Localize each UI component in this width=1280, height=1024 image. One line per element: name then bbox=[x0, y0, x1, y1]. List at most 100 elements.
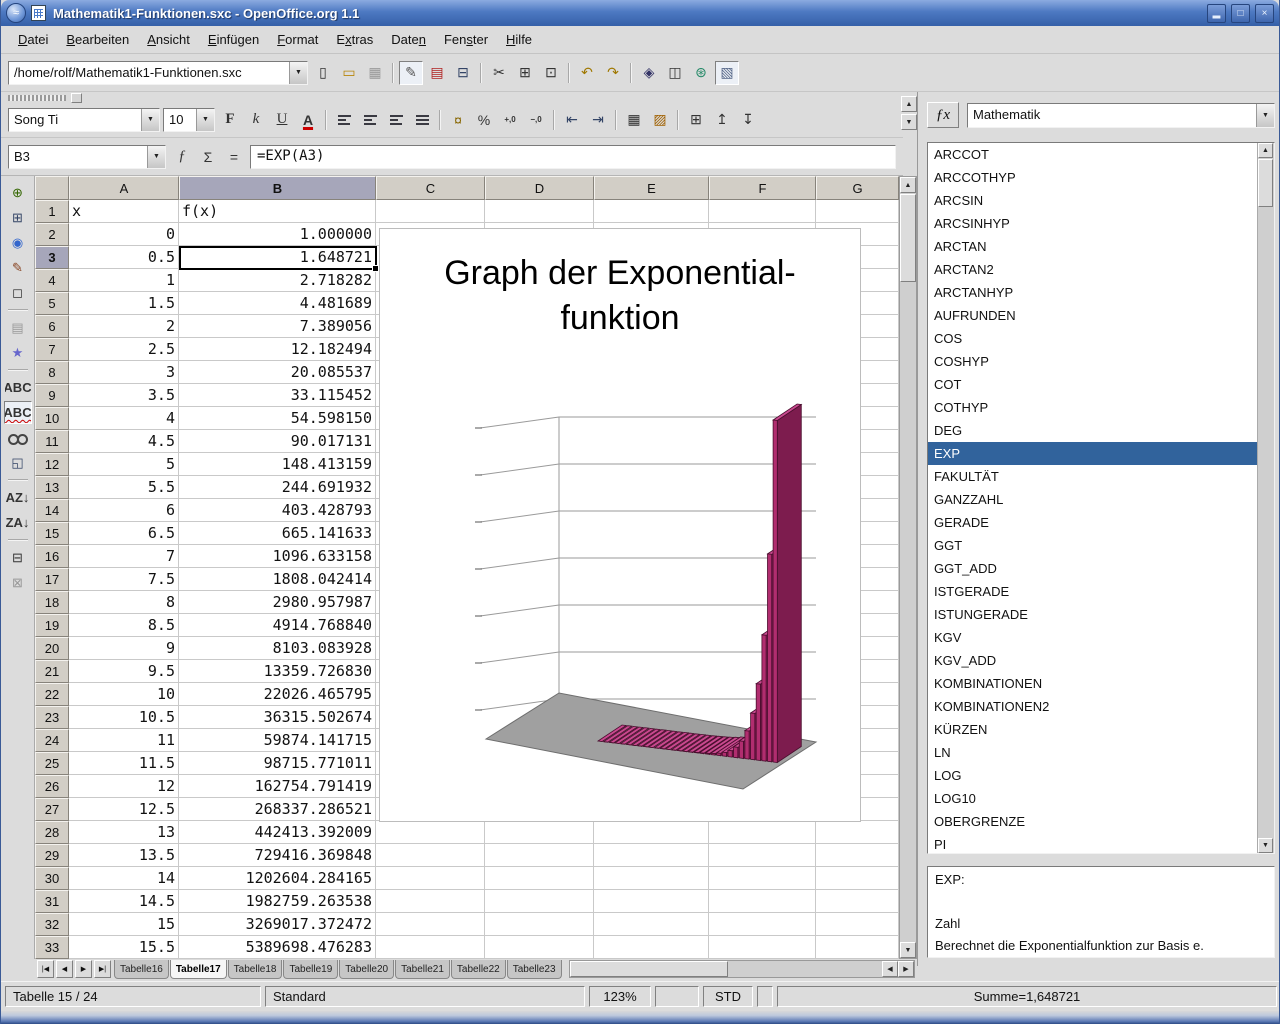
cell-A10[interactable]: 4 bbox=[69, 407, 179, 430]
row-header-30[interactable]: 30 bbox=[35, 867, 69, 890]
formula-input[interactable]: =EXP(A3) bbox=[250, 145, 896, 169]
vertical-scroll-thumb[interactable] bbox=[900, 194, 916, 282]
cell-A22[interactable]: 10 bbox=[69, 683, 179, 706]
row-header-14[interactable]: 14 bbox=[35, 499, 69, 522]
menu-fenster[interactable]: Fenster bbox=[435, 28, 497, 51]
toolbar-options-button[interactable] bbox=[71, 93, 82, 103]
font-size-dropdown-arrow[interactable]: ▼ bbox=[196, 109, 214, 131]
cell-B8[interactable]: 20.085537 bbox=[179, 361, 376, 384]
function-item-arctanhyp[interactable]: ARCTANHYP bbox=[928, 281, 1257, 304]
cell-B23[interactable]: 36315.502674 bbox=[179, 706, 376, 729]
cell-B7[interactable]: 12.182494 bbox=[179, 338, 376, 361]
toolbar-drag-handle[interactable] bbox=[8, 95, 66, 101]
sort-descending-icon[interactable]: ZA↓ bbox=[4, 511, 32, 534]
cell-C29[interactable] bbox=[376, 844, 485, 867]
cell-B5[interactable]: 4.481689 bbox=[179, 292, 376, 315]
stylist-icon[interactable]: ◫ bbox=[663, 61, 687, 85]
align-top-icon[interactable]: ↥ bbox=[710, 108, 734, 132]
cell-A29[interactable]: 13.5 bbox=[69, 844, 179, 867]
cell-B33[interactable]: 5389698.476283 bbox=[179, 936, 376, 959]
row-header-19[interactable]: 19 bbox=[35, 614, 69, 637]
function-item-deg[interactable]: DEG bbox=[928, 419, 1257, 442]
cell-A32[interactable]: 15 bbox=[69, 913, 179, 936]
function-item-aufrunden[interactable]: AUFRUNDEN bbox=[928, 304, 1257, 327]
font-name-combo[interactable]: Song Ti ▼ bbox=[8, 108, 160, 132]
cell-G30[interactable] bbox=[816, 867, 899, 890]
cell-G29[interactable] bbox=[816, 844, 899, 867]
row-header-24[interactable]: 24 bbox=[35, 729, 69, 752]
cell-G28[interactable] bbox=[816, 821, 899, 844]
find-replace-icon[interactable] bbox=[4, 426, 32, 449]
function-item-arctan[interactable]: ARCTAN bbox=[928, 235, 1257, 258]
row-header-9[interactable]: 9 bbox=[35, 384, 69, 407]
decrease-indent-icon[interactable]: ⇤ bbox=[560, 108, 584, 132]
row-header-21[interactable]: 21 bbox=[35, 660, 69, 683]
cell-B27[interactable]: 268337.286521 bbox=[179, 798, 376, 821]
cell-A28[interactable]: 13 bbox=[69, 821, 179, 844]
align-bottom-icon[interactable]: ↧ bbox=[736, 108, 760, 132]
cell-B30[interactable]: 1202604.284165 bbox=[179, 867, 376, 890]
horizontal-scroll-track[interactable] bbox=[728, 961, 882, 977]
scroll-down-button[interactable]: ▼ bbox=[900, 942, 916, 958]
window-menu-button[interactable]: ≈ bbox=[6, 3, 26, 23]
next-sheet-button[interactable]: ▶ bbox=[75, 960, 92, 978]
cell-A21[interactable]: 9.5 bbox=[69, 660, 179, 683]
cell-B9[interactable]: 33.115452 bbox=[179, 384, 376, 407]
row-header-18[interactable]: 18 bbox=[35, 591, 69, 614]
row-header-22[interactable]: 22 bbox=[35, 683, 69, 706]
status-zoom[interactable]: 123% bbox=[589, 986, 651, 1007]
align-right-icon[interactable] bbox=[384, 108, 408, 132]
sheet-tab-tabelle19[interactable]: Tabelle19 bbox=[283, 960, 338, 979]
cell-A20[interactable]: 9 bbox=[69, 637, 179, 660]
vertical-scrollbar[interactable]: ▲ ▼ bbox=[899, 176, 917, 959]
cell-B29[interactable]: 729416.369848 bbox=[179, 844, 376, 867]
row-header-11[interactable]: 11 bbox=[35, 430, 69, 453]
row-header-25[interactable]: 25 bbox=[35, 752, 69, 775]
cell-E28[interactable] bbox=[594, 821, 709, 844]
column-header-G[interactable]: G bbox=[816, 176, 899, 200]
function-list-scrollbar[interactable]: ▲ ▼ bbox=[1257, 143, 1274, 853]
row-header-31[interactable]: 31 bbox=[35, 890, 69, 913]
cell-D29[interactable] bbox=[485, 844, 594, 867]
cell-B19[interactable]: 4914.768840 bbox=[179, 614, 376, 637]
menu-format[interactable]: Format bbox=[268, 28, 327, 51]
cell-A18[interactable]: 8 bbox=[69, 591, 179, 614]
insert-object-icon[interactable]: ◉ bbox=[4, 231, 32, 254]
insert-cells-icon[interactable]: ⊞ bbox=[4, 206, 32, 229]
cell-G32[interactable] bbox=[816, 913, 899, 936]
cell-A6[interactable]: 2 bbox=[69, 315, 179, 338]
cell-C30[interactable] bbox=[376, 867, 485, 890]
cell-E33[interactable] bbox=[594, 936, 709, 959]
function-item-kgv_add[interactable]: KGV_ADD bbox=[928, 649, 1257, 672]
row-header-10[interactable]: 10 bbox=[35, 407, 69, 430]
cell-A7[interactable]: 2.5 bbox=[69, 338, 179, 361]
cell-B13[interactable]: 244.691932 bbox=[179, 476, 376, 499]
last-sheet-button[interactable]: ▶| bbox=[94, 960, 111, 978]
cell-C31[interactable] bbox=[376, 890, 485, 913]
row-header-33[interactable]: 33 bbox=[35, 936, 69, 959]
open-icon[interactable]: ▭ bbox=[337, 61, 361, 85]
function-list-scroll-down-button[interactable]: ▼ bbox=[1258, 838, 1273, 853]
draw-functions-icon[interactable]: ✎ bbox=[4, 256, 32, 279]
spellcheck-icon[interactable]: ABC bbox=[4, 376, 32, 399]
toolbar-scroll-down-button[interactable]: ▼ bbox=[901, 114, 917, 130]
select-all-corner[interactable] bbox=[35, 176, 69, 200]
cell-D32[interactable] bbox=[485, 913, 594, 936]
cell-B11[interactable]: 90.017131 bbox=[179, 430, 376, 453]
cell-B22[interactable]: 22026.465795 bbox=[179, 683, 376, 706]
row-header-16[interactable]: 16 bbox=[35, 545, 69, 568]
cell-D28[interactable] bbox=[485, 821, 594, 844]
function-item-istgerade[interactable]: ISTGERADE bbox=[928, 580, 1257, 603]
row-header-28[interactable]: 28 bbox=[35, 821, 69, 844]
row-header-27[interactable]: 27 bbox=[35, 798, 69, 821]
align-justify-icon[interactable] bbox=[410, 108, 434, 132]
cell-A11[interactable]: 4.5 bbox=[69, 430, 179, 453]
increase-indent-icon[interactable]: ⇥ bbox=[586, 108, 610, 132]
row-header-13[interactable]: 13 bbox=[35, 476, 69, 499]
copy-icon[interactable]: ⊞ bbox=[513, 61, 537, 85]
menu-datei[interactable]: Datei bbox=[9, 28, 57, 51]
function-item-ln[interactable]: LN bbox=[928, 741, 1257, 764]
sheet-tab-tabelle21[interactable]: Tabelle21 bbox=[395, 960, 450, 979]
function-category-dropdown-arrow[interactable]: ▼ bbox=[1256, 104, 1274, 127]
cell-F29[interactable] bbox=[709, 844, 816, 867]
